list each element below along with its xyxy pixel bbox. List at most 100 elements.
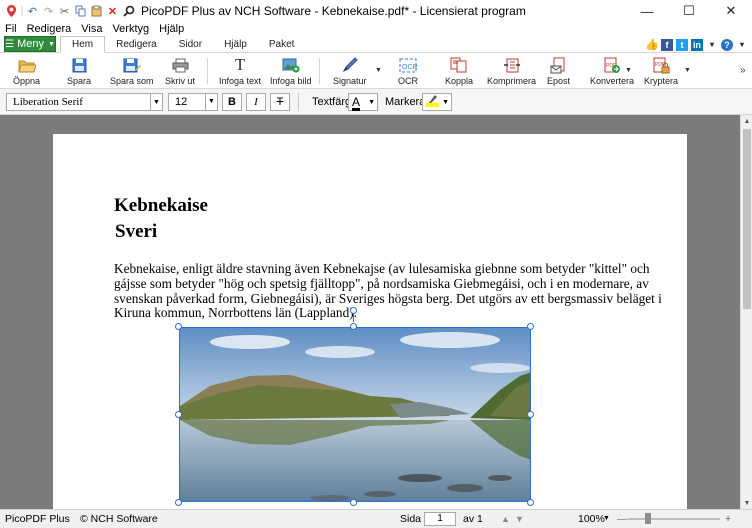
zoom-slider-track[interactable] bbox=[628, 518, 720, 520]
zoom-dropdown-icon[interactable]: ▼ bbox=[603, 515, 610, 522]
scroll-up-icon[interactable]: ▲ bbox=[741, 115, 752, 127]
title-bar: | ↶ ↷ ✂ ✕ PicoPDF Plus av NCH Software -… bbox=[0, 0, 752, 22]
document-title[interactable]: Kebnekaise bbox=[114, 195, 208, 217]
compress-button[interactable]: Komprimera bbox=[487, 55, 536, 86]
zoom-value[interactable]: 100% bbox=[578, 513, 605, 525]
scroll-down-icon[interactable]: ▼ bbox=[741, 497, 752, 509]
link-button[interactable]: Koppla bbox=[445, 55, 473, 86]
zoom-slider-thumb[interactable] bbox=[645, 513, 651, 524]
scroll-thumb[interactable] bbox=[743, 129, 751, 309]
insert-image-button[interactable]: Infoga bild bbox=[270, 55, 312, 86]
undo-icon[interactable]: ↶ bbox=[25, 4, 40, 19]
encrypt-dropdown-icon[interactable]: ▼ bbox=[684, 67, 691, 74]
redo-icon[interactable]: ↷ bbox=[41, 4, 56, 19]
folder-open-icon bbox=[17, 55, 37, 75]
save-icon bbox=[69, 55, 89, 75]
resize-handle-top-left[interactable] bbox=[175, 323, 182, 330]
font-size-select[interactable]: 12 ▼ bbox=[168, 93, 218, 111]
copy-icon[interactable] bbox=[73, 4, 88, 19]
page-down-icon[interactable]: ▼ bbox=[515, 514, 524, 524]
compress-icon bbox=[502, 55, 522, 75]
menu-hjalp[interactable]: Hjälp bbox=[159, 23, 184, 35]
highlighter-icon bbox=[426, 94, 439, 110]
svg-text:OCR: OCR bbox=[402, 64, 417, 71]
highlight-button[interactable]: ▼ bbox=[422, 93, 452, 111]
zoom-in-button[interactable]: + bbox=[725, 513, 731, 525]
bold-button[interactable]: B bbox=[222, 93, 242, 111]
like-icon[interactable]: 👍 bbox=[645, 38, 659, 51]
menu-visa[interactable]: Visa bbox=[81, 23, 102, 35]
font-family-select[interactable]: Liberation Serif ▼ bbox=[6, 93, 163, 111]
signature-dropdown-icon[interactable]: ▼ bbox=[375, 67, 382, 74]
close-button[interactable]: ✕ bbox=[710, 0, 752, 22]
resize-handle-right[interactable] bbox=[527, 411, 534, 418]
resize-handle-bottom-left[interactable] bbox=[175, 499, 182, 506]
tab-paket[interactable]: Paket bbox=[258, 36, 306, 53]
facebook-icon[interactable]: f bbox=[661, 38, 673, 51]
paste-icon[interactable] bbox=[89, 4, 104, 19]
insert-text-button[interactable]: T Infoga text bbox=[219, 55, 261, 86]
delete-icon[interactable]: ✕ bbox=[105, 4, 120, 19]
app-logo-icon bbox=[4, 4, 19, 19]
ribbon-tabs: Hem Redigera Sidor Hjälp Paket bbox=[60, 36, 305, 53]
status-copyright: © NCH Software bbox=[80, 513, 158, 525]
text-color-button[interactable]: A ▼ bbox=[348, 93, 378, 111]
menu-fil[interactable]: Fil bbox=[5, 23, 17, 35]
zoom-out-button[interactable]: — bbox=[617, 513, 628, 525]
signature-button[interactable]: Signatur bbox=[333, 55, 367, 86]
email-button[interactable]: Epost bbox=[547, 55, 570, 86]
maximize-button[interactable]: ☐ bbox=[668, 0, 710, 22]
social-links: 👍 f t in ▾ ? ▾ bbox=[643, 37, 748, 52]
resize-handle-bottom[interactable] bbox=[350, 499, 357, 506]
menu-bar: Fil Redigera Visa Verktyg Hjälp bbox=[0, 22, 752, 36]
italic-button[interactable]: I bbox=[246, 93, 266, 111]
open-button[interactable]: Öppna bbox=[13, 55, 40, 86]
document-subtitle[interactable]: Sveri bbox=[115, 221, 157, 243]
tab-hjalp[interactable]: Hjälp bbox=[213, 36, 258, 53]
linkedin-icon[interactable]: in bbox=[691, 38, 703, 51]
page-up-icon[interactable]: ▲ bbox=[501, 514, 510, 524]
settings-dropdown-icon[interactable]: ▾ bbox=[706, 38, 718, 51]
insert-image-label: Infoga bild bbox=[270, 76, 312, 86]
page-number-input[interactable]: 1 bbox=[424, 512, 456, 526]
email-icon bbox=[549, 55, 569, 75]
save-as-button[interactable]: Spara som bbox=[110, 55, 154, 86]
tab-sidor[interactable]: Sidor bbox=[168, 36, 213, 53]
save-as-label: Spara som bbox=[110, 76, 154, 86]
convert-dropdown-icon[interactable]: ▼ bbox=[625, 67, 632, 74]
resize-handle-top[interactable] bbox=[350, 323, 357, 330]
tab-redigera[interactable]: Redigera bbox=[105, 36, 168, 53]
toolbar-overflow-icon[interactable]: » bbox=[740, 65, 746, 76]
print-button[interactable]: Skriv ut bbox=[165, 55, 195, 86]
resize-handle-left[interactable] bbox=[175, 411, 182, 418]
rotate-handle[interactable] bbox=[350, 307, 357, 314]
cut-icon[interactable]: ✂ bbox=[57, 4, 72, 19]
minimize-button[interactable]: — bbox=[626, 0, 668, 22]
email-label: Epost bbox=[547, 76, 571, 86]
resize-handle-top-right[interactable] bbox=[527, 323, 534, 330]
resize-handle-bottom-right[interactable] bbox=[527, 499, 534, 506]
document-paragraph[interactable]: Kebnekaise, enligt äldre stavning även K… bbox=[114, 261, 674, 321]
help-dropdown-icon[interactable]: ▾ bbox=[736, 38, 748, 51]
toolbar-separator bbox=[207, 58, 208, 84]
help-icon[interactable]: ? bbox=[721, 38, 733, 51]
ribbon-tab-row: ☰ Meny ▼ Hem Redigera Sidor Hjälp Paket … bbox=[0, 36, 752, 53]
link-label: Koppla bbox=[445, 76, 474, 86]
tab-hem[interactable]: Hem bbox=[60, 36, 106, 53]
meny-button[interactable]: ☰ Meny ▼ bbox=[4, 36, 56, 52]
strikethrough-button[interactable]: T bbox=[270, 93, 290, 111]
menu-redigera[interactable]: Redigera bbox=[27, 23, 72, 35]
landscape-photo[interactable] bbox=[179, 327, 531, 502]
status-app-name: PicoPDF Plus bbox=[5, 513, 70, 525]
ocr-button[interactable]: OCR OCR bbox=[398, 55, 418, 86]
chevron-down-icon: ▼ bbox=[47, 40, 55, 48]
search-icon[interactable] bbox=[121, 4, 136, 19]
format-bar: Liberation Serif ▼ 12 ▼ B I T Textfärg: … bbox=[0, 89, 752, 115]
twitter-icon[interactable]: t bbox=[676, 38, 688, 51]
vertical-scrollbar[interactable]: ▲ ▼ bbox=[740, 115, 752, 509]
menu-verktyg[interactable]: Verktyg bbox=[112, 23, 149, 35]
window-title: PicoPDF Plus av NCH Software - Kebnekais… bbox=[141, 4, 526, 18]
save-button[interactable]: Spara bbox=[67, 55, 91, 86]
pdf-page[interactable]: Kebnekaise Sveri Kebnekaise, enligt äldr… bbox=[53, 134, 687, 509]
encrypt-button[interactable]: PDF Kryptera bbox=[644, 55, 678, 86]
